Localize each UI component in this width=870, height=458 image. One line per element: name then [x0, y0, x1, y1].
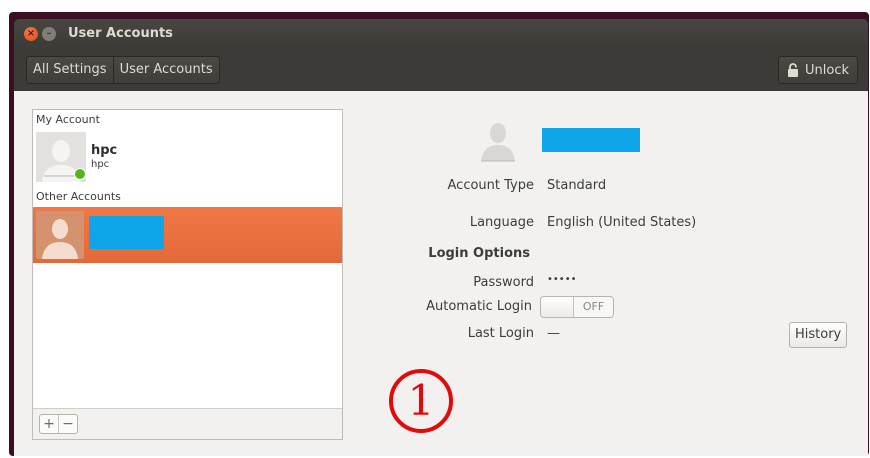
avatar — [36, 211, 84, 259]
accounts-list: My Account hpc hpc Other Accounts + − — [32, 109, 343, 440]
login-options-heading: Login Options — [428, 246, 530, 261]
list-toolbar: + − — [33, 408, 342, 439]
minimize-window-button[interactable]: – — [42, 27, 56, 41]
toggle-state: OFF — [582, 300, 605, 313]
list-item-other-user[interactable] — [33, 207, 342, 263]
window-title: User Accounts — [68, 26, 173, 41]
main-content: My Account hpc hpc Other Accounts + − Ac… — [14, 91, 868, 456]
user-silhouette-icon — [36, 211, 84, 259]
automatic-login-label: Automatic Login — [426, 299, 532, 314]
redacted-full-name[interactable] — [542, 128, 640, 152]
unlock-button[interactable]: Unlock — [778, 56, 858, 84]
remove-user-button[interactable]: − — [58, 415, 77, 433]
other-accounts-heading: Other Accounts — [36, 190, 121, 203]
my-account-heading: My Account — [36, 113, 100, 126]
unlock-label: Unlock — [805, 62, 849, 78]
title-bar: × – User Accounts — [14, 19, 868, 49]
redacted-username — [89, 216, 164, 249]
add-remove-group: + − — [39, 414, 78, 434]
breadcrumb: All Settings User Accounts — [26, 56, 220, 84]
language-value[interactable]: English (United States) — [547, 215, 696, 230]
online-status-indicator — [74, 168, 86, 180]
last-login-label: Last Login — [467, 326, 534, 341]
user-username: hpc — [91, 159, 110, 170]
annotation-marker: 1 — [389, 369, 453, 433]
last-login-value: — — [547, 326, 560, 341]
breadcrumb-user-accounts[interactable]: User Accounts — [112, 57, 219, 83]
breadcrumb-all-settings[interactable]: All Settings — [27, 57, 113, 83]
close-window-button[interactable]: × — [24, 27, 38, 41]
language-label: Language — [469, 215, 534, 230]
list-item-current-user[interactable]: hpc hpc — [33, 128, 342, 186]
selected-user-avatar[interactable] — [478, 119, 518, 163]
toggle-knob — [541, 297, 574, 317]
user-display-name: hpc — [91, 143, 118, 158]
toolbar: All Settings User Accounts Unlock — [14, 49, 868, 91]
lock-icon — [788, 63, 798, 77]
automatic-login-toggle[interactable]: OFF — [540, 296, 614, 318]
account-type-value[interactable]: Standard — [547, 178, 606, 193]
password-label: Password — [473, 275, 534, 290]
minimize-icon: – — [46, 28, 52, 39]
history-button[interactable]: History — [789, 322, 848, 348]
user-silhouette-icon — [481, 123, 515, 162]
password-value[interactable]: ••••• — [547, 274, 577, 285]
close-icon: × — [26, 28, 36, 39]
account-type-label: Account Type — [447, 178, 534, 193]
add-user-button[interactable]: + — [40, 415, 58, 433]
